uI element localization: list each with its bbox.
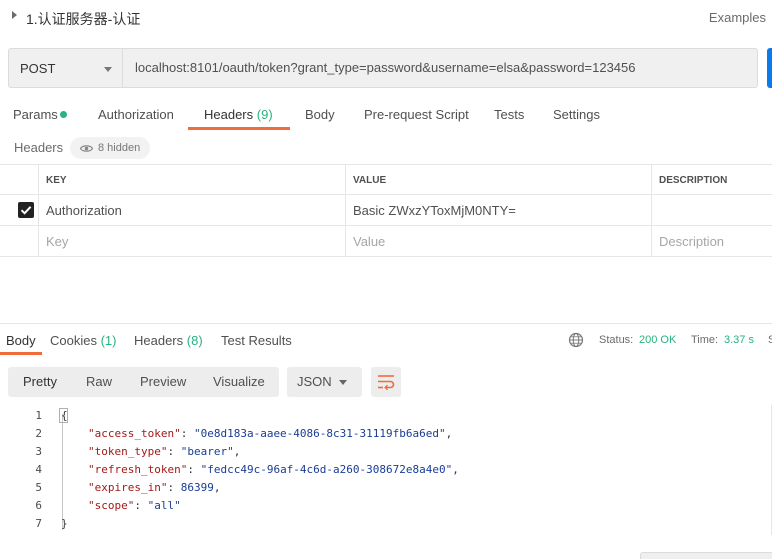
column-header-key: KEY	[39, 165, 346, 196]
json-line: "token_type": "bearer",	[88, 445, 241, 458]
wrap-lines-icon	[378, 375, 395, 390]
time-label: Time:	[691, 334, 719, 346]
bottom-toolbar[interactable]	[640, 552, 772, 559]
collapse-caret-icon[interactable]	[12, 11, 17, 19]
line-number: 5	[35, 481, 42, 494]
line-number: 3	[35, 445, 42, 458]
json-separator: ,	[445, 427, 453, 440]
header-value-input[interactable]: Basic ZWxzYToxMjM0NTY=	[346, 195, 652, 226]
header-cell-checkbox	[0, 165, 39, 196]
json-key: "token_type"	[88, 445, 168, 458]
json-value: 86399	[180, 481, 214, 494]
params-indicator-dot	[60, 111, 67, 118]
column-header-description: DESCRIPTION	[659, 175, 728, 186]
line-number: 7	[35, 517, 42, 530]
examples-link[interactable]: Examples	[709, 10, 766, 25]
response-format-group: Pretty Raw Preview Visualize	[8, 367, 279, 397]
json-open-brace: {	[61, 409, 68, 422]
response-tab-headers[interactable]: Headers (8)	[134, 333, 203, 348]
time-value[interactable]: 3.37 s	[724, 334, 754, 346]
new-value-input[interactable]: Value	[346, 226, 652, 257]
tab-settings[interactable]: Settings	[553, 107, 600, 122]
json-key: "expires_in"	[88, 481, 168, 494]
json-line: "refresh_token": "fedcc49c-96af-4c6d-a26…	[88, 463, 459, 476]
tab-params[interactable]: Params	[13, 107, 58, 122]
format-preview-button[interactable]: Preview	[140, 367, 186, 397]
language-label: JSON	[297, 374, 332, 389]
line-number: 6	[35, 499, 42, 512]
request-title-bar: 1.认证服务器-认证 Examples	[0, 0, 772, 36]
format-raw-button[interactable]: Raw	[86, 367, 112, 397]
json-line: "scope": "all"	[88, 499, 181, 512]
row-checkbox-cell	[0, 195, 39, 226]
status-label: Status:	[599, 334, 634, 346]
enabled-checkbox[interactable]	[18, 202, 34, 218]
json-separator: ,	[213, 481, 221, 494]
active-tab-underline	[188, 127, 290, 130]
json-line: "expires_in": 86399,	[88, 481, 221, 494]
cookies-count: (1)	[100, 333, 117, 348]
active-response-tab-underline	[0, 352, 42, 355]
json-value: "0e8d183a-aaee-4086-8c31-31119fb6a6ed"	[193, 427, 446, 440]
eye-icon	[80, 144, 93, 152]
tab-headers-label: Headers	[204, 107, 254, 122]
fold-guide	[62, 414, 63, 530]
format-pretty-button[interactable]: Pretty	[23, 367, 57, 397]
tab-pre-request-script[interactable]: Pre-request Script	[364, 107, 469, 122]
table-row: Authorization Basic ZWxzYToxMjM0NTY=	[0, 195, 772, 226]
tab-tests[interactable]: Tests	[494, 107, 524, 122]
chevron-down-icon	[104, 67, 112, 72]
response-headers-label: Headers	[134, 333, 184, 348]
headers-section-title: Headers	[14, 140, 64, 155]
json-separator: ,	[452, 463, 459, 476]
globe-icon[interactable]	[568, 332, 584, 348]
chevron-down-icon	[339, 380, 347, 385]
cookies-label: Cookies	[50, 333, 97, 348]
line-number: 2	[35, 427, 42, 440]
tab-headers-count: (9)	[256, 107, 273, 122]
response-divider[interactable]	[0, 323, 772, 324]
header-key-input[interactable]: Authorization	[39, 195, 346, 226]
tab-authorization[interactable]: Authorization	[98, 107, 174, 122]
line-number: 1	[35, 409, 42, 422]
tab-body[interactable]: Body	[305, 107, 335, 122]
json-value: "bearer"	[180, 445, 234, 458]
method-select[interactable]: POST	[8, 48, 122, 88]
table-header-row: KEY VALUE DESCRIPTION	[0, 164, 772, 196]
json-value: "fedcc49c-96af-4c6d-a260-308672e8a4e0"	[200, 463, 453, 476]
response-tab-body[interactable]: Body	[6, 333, 36, 348]
line-number: 4	[35, 463, 42, 476]
new-key-input[interactable]: Key	[39, 226, 346, 257]
format-visualize-button[interactable]: Visualize	[213, 367, 265, 397]
json-key: "scope"	[88, 499, 135, 512]
json-value: "all"	[147, 499, 181, 512]
url-input[interactable]: localhost:8101/oauth/token?grant_type=pa…	[122, 48, 758, 88]
response-tab-cookies[interactable]: Cookies (1)	[50, 333, 116, 348]
response-headers-count: (8)	[186, 333, 203, 348]
language-select[interactable]: JSON	[287, 367, 362, 397]
table-row-new: Key Value Description	[0, 226, 772, 257]
request-title[interactable]: 1.认证服务器-认证	[26, 9, 140, 29]
json-separator: ,	[233, 445, 241, 458]
row-checkbox-cell	[0, 226, 39, 257]
json-close-brace: }	[61, 517, 68, 530]
status-value[interactable]: 200 OK	[639, 334, 676, 346]
new-description-input[interactable]: Description	[652, 226, 772, 257]
json-key: "refresh_token"	[88, 463, 188, 476]
response-tab-test-results[interactable]: Test Results	[221, 333, 292, 348]
hidden-headers-label: 8 hidden	[98, 142, 141, 154]
size-label: S	[768, 334, 772, 346]
send-button[interactable]	[767, 48, 772, 88]
column-header-value: VALUE	[346, 165, 652, 196]
tab-headers[interactable]: Headers (9)	[204, 107, 273, 122]
json-line: "access_token": "0e8d183a-aaee-4086-8c31…	[88, 427, 453, 440]
checkmark-icon	[20, 206, 32, 215]
json-key: "access_token"	[88, 427, 181, 440]
wrap-lines-button[interactable]	[371, 367, 401, 397]
header-description-input[interactable]	[652, 195, 772, 226]
method-label: POST	[20, 61, 56, 76]
hidden-headers-toggle[interactable]: 8 hidden	[70, 137, 151, 159]
